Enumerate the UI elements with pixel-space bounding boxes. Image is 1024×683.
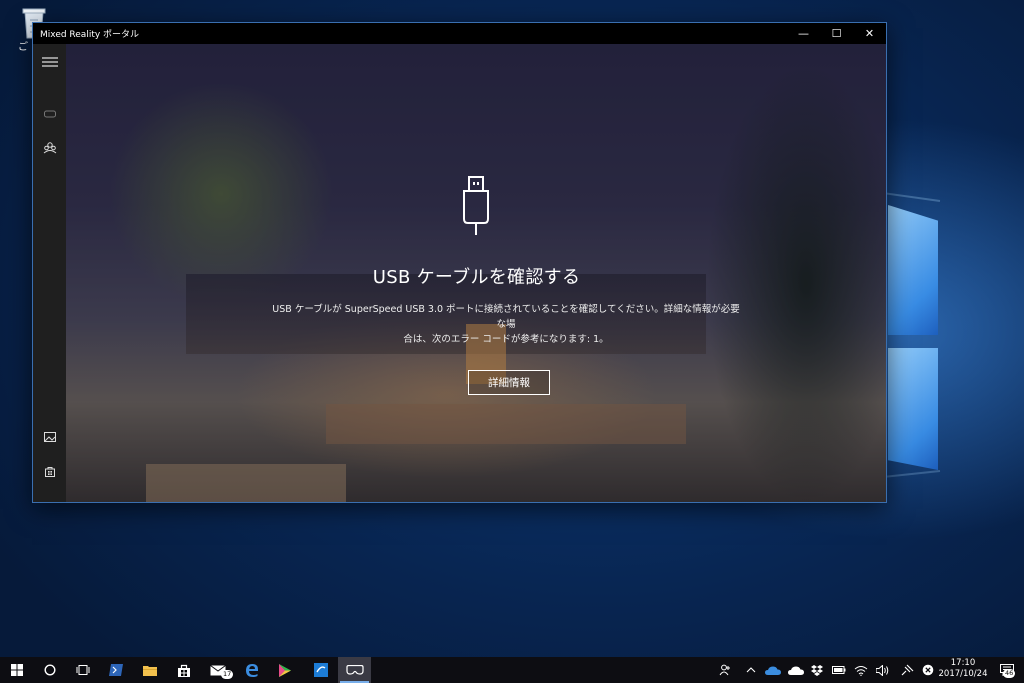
error-message-line: 合は、次のエラー コードが参考になります: 1。: [403, 334, 609, 345]
file-explorer-icon[interactable]: [133, 657, 166, 683]
powershell-icon[interactable]: [99, 657, 132, 683]
dropbox-icon[interactable]: [809, 657, 825, 683]
sidebar: …: [33, 44, 66, 502]
mail-icon[interactable]: 17: [201, 657, 234, 683]
store-icon[interactable]: [33, 457, 66, 485]
edge-icon[interactable]: [235, 657, 268, 683]
cortana-icon[interactable]: [33, 657, 66, 683]
app-icon[interactable]: [304, 657, 337, 683]
onedrive-blue-icon[interactable]: [764, 657, 782, 683]
windows-logo-pane: [888, 205, 938, 335]
error-message-line: USB ケーブルが SuperSpeed USB 3.0 ポートに接続されている…: [272, 304, 740, 330]
people-icon[interactable]: [33, 134, 66, 162]
people-icon[interactable]: [717, 657, 733, 683]
notification-center-icon[interactable]: 46: [994, 657, 1020, 683]
close-button[interactable]: ✕: [853, 23, 886, 44]
volume-icon[interactable]: [874, 657, 890, 683]
media-player-icon[interactable]: [268, 657, 301, 683]
title-bar[interactable]: Mixed Reality ポータル — ☐ ✕: [33, 23, 886, 44]
page-title: USB ケーブルを確認する: [372, 267, 581, 288]
start-icon[interactable]: [0, 657, 33, 683]
content-area: USB ケーブルを確認する USB ケーブルが SuperSpeed USB 3…: [66, 44, 886, 502]
more-icon[interactable]: …: [33, 491, 66, 502]
store-icon[interactable]: [167, 657, 200, 683]
window-title: Mixed Reality ポータル: [40, 30, 140, 40]
network-icon[interactable]: [899, 657, 915, 683]
mail-badge: 17: [221, 670, 234, 679]
recycle-bin-label: ご: [18, 42, 28, 53]
clock-date: 2017/10/24: [938, 669, 988, 679]
maximize-button[interactable]: ☐: [820, 23, 853, 44]
onedrive-icon[interactable]: [787, 657, 805, 683]
usb-error-panel: USB ケーブルを確認する USB ケーブルが SuperSpeed USB 3…: [66, 44, 886, 502]
clock[interactable]: 17:10 2017/10/24: [937, 658, 989, 680]
headset-icon[interactable]: [33, 100, 66, 128]
clock-time: 17:10: [950, 658, 976, 668]
wifi-icon[interactable]: [853, 657, 869, 683]
menu-icon[interactable]: [33, 48, 66, 76]
taskbar: 17 17:10 2017/10/24 46: [0, 657, 1024, 683]
gallery-icon[interactable]: [33, 423, 66, 451]
minimize-button[interactable]: —: [787, 23, 820, 44]
more-info-button[interactable]: 詳細情報: [468, 370, 550, 395]
chevron-up-icon[interactable]: [744, 657, 758, 683]
windows-logo-pane: [888, 348, 938, 470]
mixed-reality-portal-window: Mixed Reality ポータル — ☐ ✕ …: [32, 22, 887, 503]
battery-icon[interactable]: [831, 657, 847, 683]
notification-badge: 46: [1003, 669, 1016, 678]
close-circle-icon[interactable]: [920, 657, 936, 683]
error-message: USB ケーブルが SuperSpeed USB 3.0 ポートに接続されている…: [271, 302, 741, 347]
usb-icon: [459, 175, 493, 245]
mixed-reality-portal-icon[interactable]: [338, 657, 371, 683]
task-view-icon[interactable]: [66, 657, 99, 683]
